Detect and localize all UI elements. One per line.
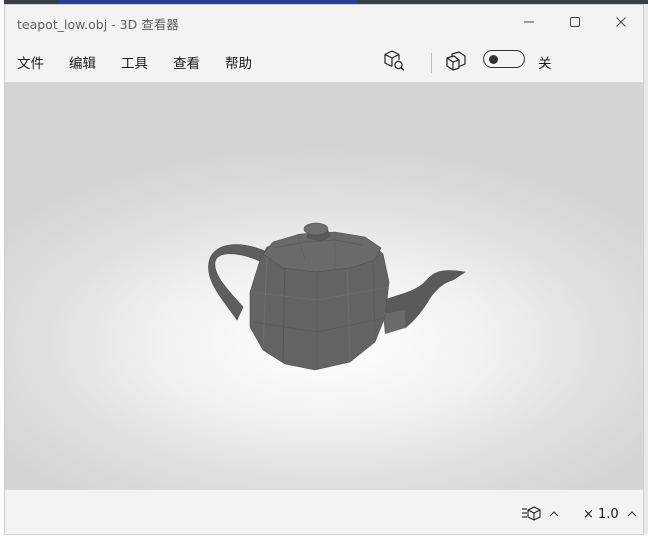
teapot-model[interactable] xyxy=(5,82,643,489)
layered-cube-icon xyxy=(522,506,541,521)
3d-viewport[interactable] xyxy=(5,82,643,489)
chevron-up-icon xyxy=(549,511,559,517)
menu-file[interactable]: 文件 xyxy=(17,52,44,72)
menu-help[interactable]: 帮助 xyxy=(225,52,252,72)
status-bar: × 1.0 xyxy=(5,489,643,534)
menu-tools[interactable]: 工具 xyxy=(121,52,148,72)
menu-bar: 文件 编辑 工具 查看 帮助 关 xyxy=(5,39,643,81)
viewer-window: teapot_low.obj - 3D 查看器 文件 编辑 工具 查看 帮助 关… xyxy=(4,4,644,535)
inspect-model-button[interactable] xyxy=(380,47,408,75)
menu-edit[interactable]: 编辑 xyxy=(69,52,96,72)
wireframe-button[interactable] xyxy=(442,47,470,75)
lighting-toggle[interactable] xyxy=(483,50,525,68)
chevron-up-icon xyxy=(627,511,637,517)
title-bar[interactable]: teapot_low.obj - 3D 查看器 xyxy=(5,5,643,39)
menu-view[interactable]: 查看 xyxy=(173,52,200,72)
minimize-icon xyxy=(524,21,534,23)
window-title: teapot_low.obj - 3D 查看器 xyxy=(17,17,179,32)
toggle-knob xyxy=(489,54,498,64)
maximize-button[interactable] xyxy=(552,5,598,39)
wireframe-cube-icon xyxy=(446,51,466,71)
view-mode-button[interactable] xyxy=(521,504,567,524)
cube-search-icon xyxy=(384,50,405,71)
zoom-control[interactable]: × 1.0 xyxy=(583,504,637,524)
toggle-label: 关 xyxy=(538,56,552,72)
zoom-value: × 1.0 xyxy=(583,506,619,522)
minimize-button[interactable] xyxy=(506,5,552,39)
toolbar-separator xyxy=(431,53,432,73)
close-icon xyxy=(616,17,626,27)
close-button[interactable] xyxy=(598,5,643,39)
maximize-icon xyxy=(570,17,580,27)
